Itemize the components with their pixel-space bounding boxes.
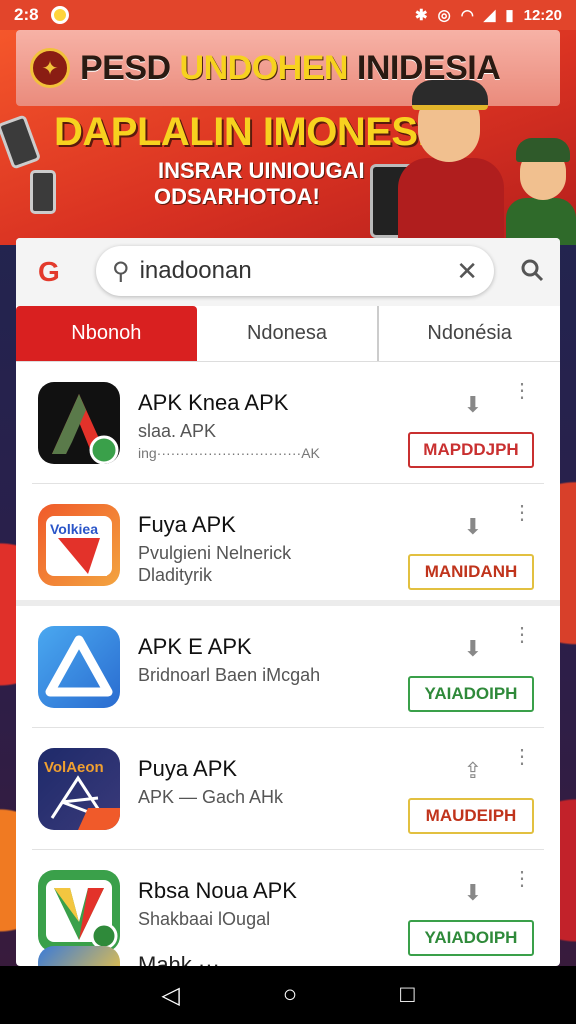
- status-time-left: 2:8: [14, 5, 39, 24]
- list-item[interactable]: APK Knea APK slaa. APK ing···············…: [32, 362, 544, 484]
- notification-dot-icon: [50, 6, 69, 24]
- account-search-icon[interactable]: [520, 258, 544, 282]
- banner-character-soldier: [506, 122, 576, 245]
- app-title-partial: Mahk ···: [138, 952, 220, 966]
- search-input[interactable]: ⚲ inadoonan ✕: [96, 246, 494, 296]
- list-item[interactable]: Volkiea AK Fuya APK Pvulgieni Nelnerick Dl…: [16, 484, 560, 606]
- app-subtitle: Bridnoarl Baen iMcgah: [138, 665, 321, 685]
- list-item[interactable]: VolAeon Puya APK APK — Gach AHk ⇪ ⋮ MAUD…: [32, 728, 544, 850]
- banner-subtitle-line1: INSRAR UINIOUGAI: [158, 158, 365, 183]
- share-icon[interactable]: ⇪: [464, 758, 482, 784]
- install-button[interactable]: YAIADOIPH: [408, 676, 534, 712]
- banner-subtitle-line2: ODSARHOTOA!: [154, 184, 320, 209]
- store-panel: G ⚲ inadoonan ✕ Nbonoh Ndonesa Ndonésia …: [16, 238, 560, 966]
- download-icon[interactable]: ⬇: [464, 514, 482, 540]
- wifi-icon: ◠: [460, 7, 474, 24]
- app-title: APK E APK: [138, 634, 252, 659]
- tab-2[interactable]: Ndonesa: [197, 306, 378, 361]
- app-subtitle: Shakbaai lOugal: [138, 909, 271, 929]
- battery-icon: ▮: [505, 7, 514, 24]
- garuda-emblem-icon: ✦: [30, 48, 70, 88]
- app-icon-partial[interactable]: [38, 946, 120, 966]
- search-row: G ⚲ inadoonan ✕: [16, 238, 560, 306]
- app-icon[interactable]: VolAeon: [38, 748, 120, 830]
- app-icon[interactable]: [38, 870, 120, 952]
- svg-text:VolAeon: VolAeon: [44, 759, 104, 776]
- banner-subtitle: INSRAR UINIOUGAI ODSARHOTOA!: [154, 158, 365, 210]
- search-icon: ⚲: [112, 257, 130, 285]
- alarm-icon: ◎: [437, 7, 451, 24]
- download-icon[interactable]: ⬇: [464, 636, 482, 662]
- app-subtitle: APK — Gach AHk: [138, 787, 284, 807]
- signal-icon: ◢: [483, 7, 496, 24]
- promo-banner[interactable]: ✦ PESD UNDOHEN INIDESIA DAPLALIN IMONESI…: [0, 30, 576, 245]
- category-tabs: Nbonoh Ndonesa Ndonésia: [16, 306, 560, 362]
- app-title: Fuya APK: [138, 512, 236, 537]
- navigation-bar: ◁ ○ □: [0, 966, 576, 1024]
- download-icon[interactable]: ⬇: [464, 392, 482, 418]
- banner-title-part2: UNDOHEN: [179, 48, 349, 87]
- bluetooth-icon: ✱: [415, 7, 428, 24]
- recents-icon[interactable]: □: [400, 981, 415, 1009]
- app-subtitle: Pvulgieni Nelnerick Dladityrik: [138, 543, 292, 585]
- app-subtitle: slaa. APK ing····························…: [138, 421, 320, 461]
- svg-text:AK: AK: [90, 565, 108, 579]
- more-options-icon[interactable]: ⋮: [512, 381, 532, 401]
- app-title: APK Knea APK: [138, 390, 289, 415]
- more-options-icon[interactable]: ⋮: [512, 747, 532, 767]
- more-options-icon[interactable]: ⋮: [512, 625, 532, 645]
- home-icon[interactable]: ○: [283, 981, 298, 1009]
- tab-1[interactable]: Nbonoh: [16, 306, 197, 361]
- banner-devices-decoration: [0, 110, 60, 220]
- app-list: APK Knea APK slaa. APK ing···············…: [16, 362, 560, 966]
- app-icon[interactable]: Volkiea AK: [38, 504, 120, 586]
- more-options-icon[interactable]: ⋮: [512, 869, 532, 889]
- svg-text:Volkiea: Volkiea: [50, 521, 98, 537]
- list-item[interactable]: APK E APK Bridnoarl Baen iMcgah ⬇ ⋮ YAIA…: [32, 606, 544, 728]
- search-query[interactable]: inadoonan: [140, 257, 252, 285]
- install-button[interactable]: MAPDDJPH: [408, 432, 534, 468]
- install-button[interactable]: MANIDANH: [408, 554, 534, 590]
- app-title: Puya APK: [138, 756, 238, 781]
- install-button[interactable]: YAIADOIPH: [408, 920, 534, 956]
- install-button[interactable]: MAUDEIPH: [408, 798, 534, 834]
- status-time-right: 12:20: [523, 6, 562, 24]
- store-logo-icon[interactable]: G: [38, 256, 60, 288]
- app-title: Rbsa Noua APK: [138, 878, 297, 903]
- banner-character-officer: [396, 62, 506, 245]
- app-icon[interactable]: [38, 626, 120, 708]
- status-bar: 2:8 ✱ ◎ ◠ ◢ ▮ 12:20: [0, 0, 576, 30]
- more-options-icon[interactable]: ⋮: [512, 503, 532, 523]
- back-icon[interactable]: ◁: [161, 981, 179, 1010]
- tab-3[interactable]: Ndonésia: [377, 306, 560, 361]
- download-icon[interactable]: ⬇: [464, 880, 482, 906]
- app-icon[interactable]: [38, 382, 120, 464]
- clear-search-icon[interactable]: ✕: [456, 256, 478, 287]
- banner-title-part1: PESD: [80, 48, 171, 87]
